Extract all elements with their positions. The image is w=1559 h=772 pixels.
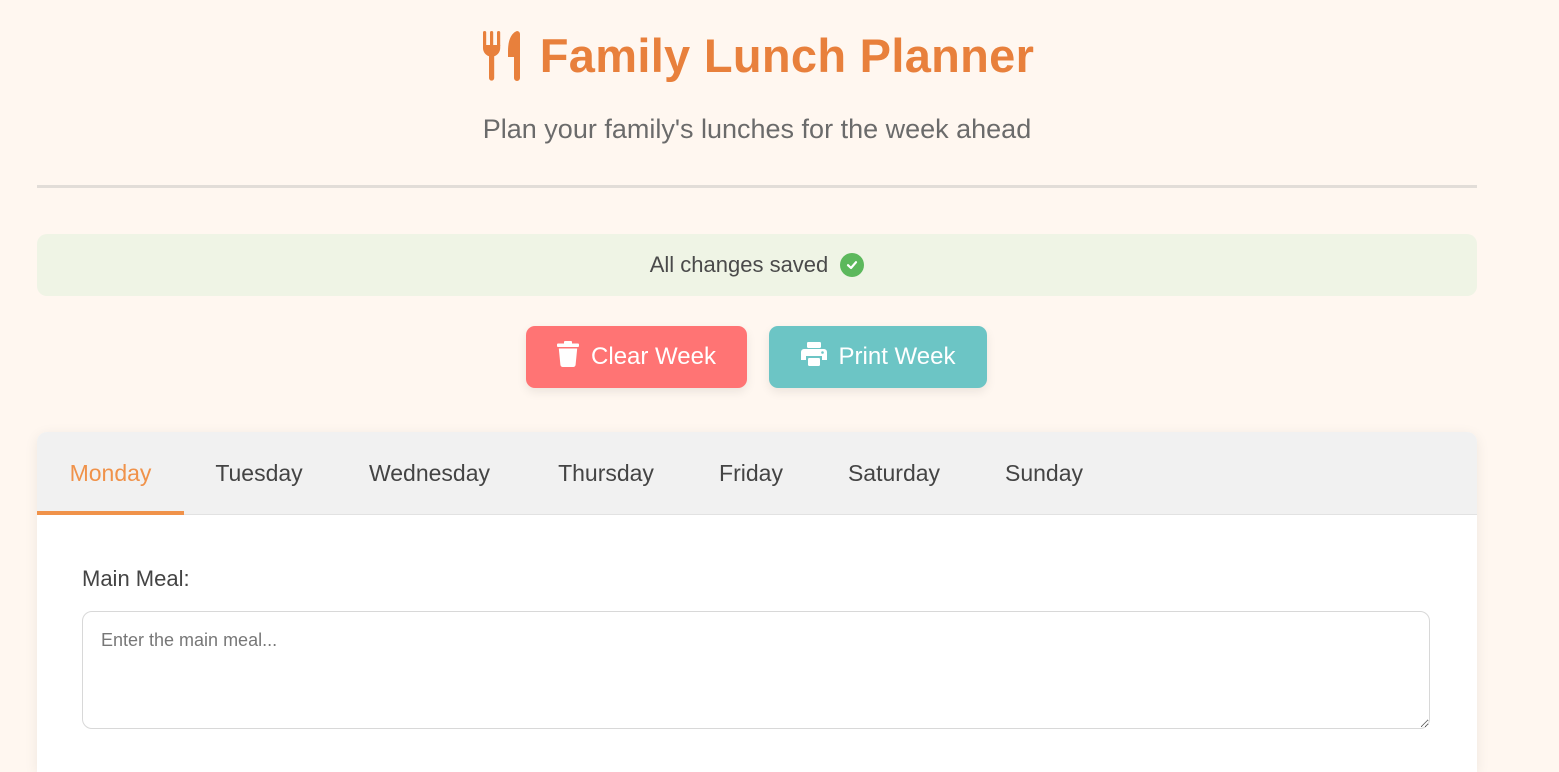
header: Family Lunch Planner [37,24,1477,86]
tab-monday[interactable]: Monday [37,432,184,515]
page-subtitle: Plan your family's lunches for the week … [482,114,1032,144]
save-status-text: All changes saved [649,252,829,277]
tab-sunday[interactable]: Sunday [973,432,1115,514]
divider [37,185,1477,188]
clear-week-button[interactable]: Clear Week [526,326,747,388]
print-week-button[interactable]: Print Week [769,326,987,388]
day-tabs: Monday Tuesday Wednesday Thursday Friday… [37,432,1477,515]
clear-week-label: Clear Week [591,343,716,370]
tab-wednesday[interactable]: Wednesday [334,432,525,514]
check-circle-icon [840,253,865,277]
save-status-banner: All changes saved [37,234,1477,296]
tab-thursday[interactable]: Thursday [525,432,687,514]
utensils-icon [480,29,526,81]
trash-icon [557,340,580,374]
main-meal-input[interactable] [82,611,1430,729]
tab-friday[interactable]: Friday [687,432,815,514]
tab-saturday[interactable]: Saturday [815,432,973,514]
print-week-label: Print Week [838,343,956,370]
printer-icon [800,341,827,373]
day-planner-card: Monday Tuesday Wednesday Thursday Friday… [37,432,1477,772]
page-title: Family Lunch Planner [539,28,1035,82]
tab-tuesday[interactable]: Tuesday [184,432,334,514]
main-meal-label: Main Meal: [82,566,190,591]
